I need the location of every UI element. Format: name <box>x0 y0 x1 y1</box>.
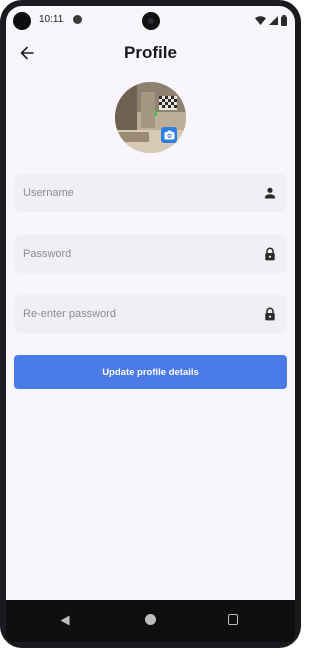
page-title: Profile <box>124 43 177 62</box>
status-bar: 10:11 <box>6 6 295 34</box>
app-bar: Profile <box>6 36 295 72</box>
notification-app-icon <box>73 15 82 24</box>
reenter-password-field <box>14 295 287 333</box>
nav-back-icon[interactable] <box>60 615 70 626</box>
update-profile-button[interactable]: Update profile details <box>14 355 287 389</box>
password-input[interactable] <box>14 235 254 273</box>
front-camera <box>142 12 160 30</box>
person-icon <box>264 187 276 199</box>
nav-home-icon[interactable] <box>145 614 156 625</box>
edit-photo-button[interactable] <box>161 127 177 143</box>
device-frame: 10:11 Profile Username Update profile de… <box>0 0 301 648</box>
signal-icon <box>269 15 278 25</box>
system-nav-bar <box>6 600 295 642</box>
status-time: 10:11 <box>39 14 64 25</box>
app-screen: 10:11 Profile Username Update profile de… <box>6 6 295 642</box>
status-camera-dot <box>13 12 31 30</box>
password-field <box>14 235 287 273</box>
username-field <box>14 174 287 212</box>
lock-icon <box>265 247 275 261</box>
status-icons <box>255 14 287 26</box>
battery-icon <box>281 14 287 26</box>
username-input[interactable] <box>14 174 254 212</box>
nav-recents-icon[interactable] <box>228 614 238 625</box>
reenter-password-input[interactable] <box>14 295 254 333</box>
wifi-icon <box>255 15 266 25</box>
lock-icon <box>265 307 275 321</box>
camera-icon <box>164 130 174 140</box>
